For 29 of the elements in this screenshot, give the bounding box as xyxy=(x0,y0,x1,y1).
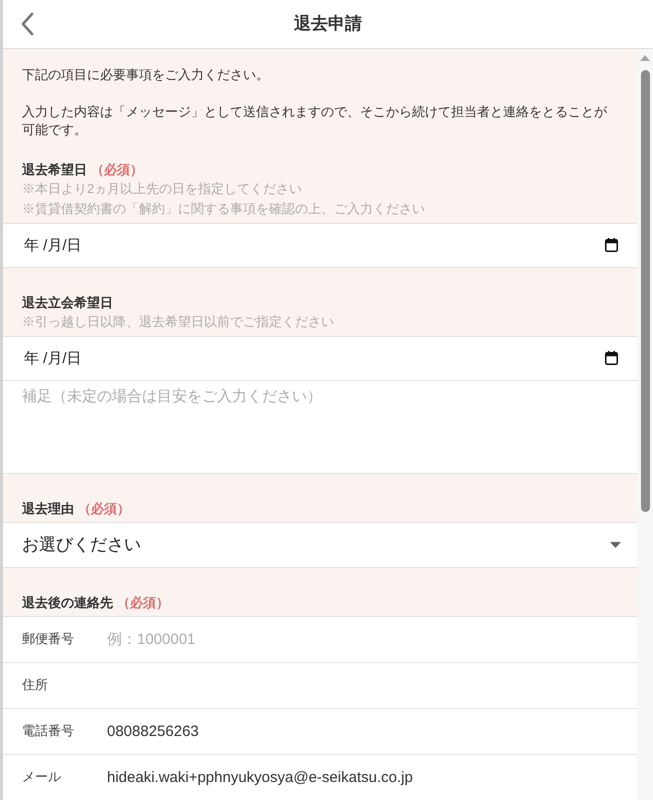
hint-text: ※本日より2ヵ月以上先の日を指定してください xyxy=(22,180,304,198)
intro-text: 入力した内容は「メッセージ」として送信されますので、そこから続けて担当者と連絡をとることが可能です。 xyxy=(22,103,608,139)
field-label: 住所 xyxy=(22,676,48,694)
calendar-icon[interactable] xyxy=(605,351,618,365)
select-field[interactable]: お選びください xyxy=(3,522,637,568)
field-label: 退去希望日 xyxy=(22,161,87,179)
required-mark: （必須） xyxy=(78,500,130,518)
scrollbar-track[interactable] xyxy=(637,49,653,800)
calendar-icon[interactable] xyxy=(605,238,618,252)
field-label: 退去後の連絡先 xyxy=(22,594,113,612)
date-field[interactable]: 年 /月/日 xyxy=(3,336,637,381)
hint-text: ※賃貸借契約書の「解約」に関する事項を確認の上、ご入力ください xyxy=(22,200,426,218)
chevron-left-icon xyxy=(20,12,34,36)
note-textarea[interactable]: 補足（未定の場合は目安をご入力ください） xyxy=(3,381,637,474)
scroll-up-arrow-icon[interactable] xyxy=(640,55,650,61)
field-label: 郵便番号 xyxy=(22,630,74,648)
field-label: 退去理由 xyxy=(22,500,74,518)
caret-down-icon xyxy=(610,542,621,548)
input-field[interactable] xyxy=(3,663,637,709)
required-mark: （必須） xyxy=(117,594,169,612)
hint-text: ※引っ越し日以降、退去希望日以前でご指定ください xyxy=(22,313,335,331)
field-label: メール xyxy=(22,768,61,786)
required-mark: （必須） xyxy=(91,161,143,179)
page-title: 退去申請 xyxy=(294,13,362,35)
field-label: 退去立会希望日 xyxy=(22,294,113,312)
field-label: 電話番号 xyxy=(22,722,74,740)
scrollbar-thumb[interactable] xyxy=(640,70,650,512)
intro-text: 下記の項目に必要事項をご入力ください。 xyxy=(22,66,270,84)
date-field[interactable]: 年 /月/日 xyxy=(3,223,637,268)
